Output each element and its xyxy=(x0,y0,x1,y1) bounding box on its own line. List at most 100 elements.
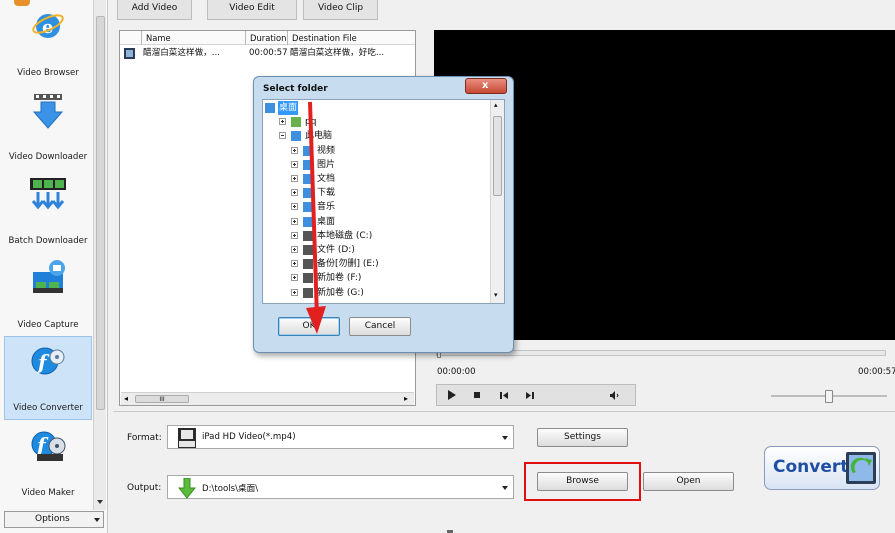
expand-icon[interactable] xyxy=(291,146,298,154)
tab-video-clip[interactable]: Video Clip xyxy=(303,0,378,20)
dialog-title: Select folder xyxy=(263,84,328,94)
expand-icon[interactable] xyxy=(279,118,286,126)
column-header-name[interactable]: Name xyxy=(141,31,245,45)
tab-video-edit[interactable]: Video Edit xyxy=(207,0,297,20)
settings-button[interactable]: Settings xyxy=(537,428,628,447)
expand-icon[interactable] xyxy=(291,246,298,253)
chevron-down-icon xyxy=(502,486,508,493)
stop-icon[interactable] xyxy=(473,390,483,400)
sidebar-item-label: Video Converter xyxy=(13,403,83,413)
tree-node[interactable]: 桌面 xyxy=(263,101,490,115)
previous-frame-icon[interactable] xyxy=(499,390,509,400)
expand-icon[interactable] xyxy=(291,203,298,211)
tree-node[interactable]: 本地磁盘 (C:) xyxy=(263,229,490,243)
sidebar: e Video Browser Video Downloader Batch D… xyxy=(0,0,108,533)
tree-node[interactable]: 新加卷 (F:) xyxy=(263,271,490,285)
options-dropdown[interactable]: Options xyxy=(4,511,104,528)
collapse-icon[interactable] xyxy=(279,132,286,140)
cancel-button[interactable]: Cancel xyxy=(349,317,411,336)
tree-node[interactable]: 桌面 xyxy=(263,215,490,229)
scroll-down-arrow-icon[interactable] xyxy=(97,500,103,507)
expand-icon[interactable] xyxy=(291,288,298,296)
sidebar-item-video-maker[interactable]: f Video Maker xyxy=(4,420,92,504)
expand-icon[interactable] xyxy=(291,231,298,239)
output-path-select[interactable]: D:\tools\桌面\ xyxy=(167,475,514,499)
film-download-icon xyxy=(30,178,66,210)
sidebar-item-video-browser[interactable]: e Video Browser xyxy=(4,0,92,84)
next-frame-icon[interactable] xyxy=(525,390,535,400)
column-header-destination[interactable]: Destination File xyxy=(287,31,415,45)
chevron-down-icon xyxy=(502,436,508,443)
convert-button[interactable]: Convert xyxy=(764,446,880,490)
tree-node[interactable]: 备份[勿删] (E:) xyxy=(263,257,490,271)
row-duration: 00:00:57 xyxy=(249,48,288,58)
tree-node[interactable]: 文档 xyxy=(263,172,490,186)
tree-node[interactable]: 音乐 xyxy=(263,200,490,214)
mp4-file-icon xyxy=(178,428,196,448)
tree-node[interactable]: 视频 xyxy=(263,144,490,158)
tree-node[interactable]: 文件 (D:) xyxy=(263,243,490,257)
expand-icon[interactable] xyxy=(291,189,298,197)
close-button[interactable]: x xyxy=(465,78,507,94)
volume-handle[interactable] xyxy=(825,390,833,403)
format-select[interactable]: iPad HD Video(*.mp4) xyxy=(167,425,514,449)
hscroll-thumb[interactable]: III xyxy=(135,395,189,403)
video-file-icon xyxy=(124,48,135,59)
convert-label: Convert xyxy=(773,457,849,477)
scroll-right-arrow-icon[interactable]: ▸ xyxy=(404,394,408,403)
select-folder-dialog: Select folder x 桌面 pq 此电脑 视频 图片 文档 下载 音乐 桌面 本地磁盘 … xyxy=(253,76,514,353)
file-list-hscrollbar[interactable]: ◂ III ▸ xyxy=(121,392,414,405)
film-reel-icon: f xyxy=(31,431,66,461)
sidebar-item-video-capture[interactable]: Video Capture xyxy=(4,252,92,336)
tree-node[interactable]: 图片 xyxy=(263,158,490,172)
tree-node[interactable]: 新加卷 (G:) xyxy=(263,286,490,300)
sidebar-scrollbar[interactable] xyxy=(93,0,106,510)
divider xyxy=(113,411,895,412)
output-value: D:\tools\桌面\ xyxy=(202,484,259,494)
open-button[interactable]: Open xyxy=(643,472,734,491)
folder-tree[interactable]: 桌面 pq 此电脑 视频 图片 文档 下载 音乐 桌面 本地磁盘 (C:) 文件 (D:) 备份[勿删… xyxy=(262,99,505,304)
play-icon[interactable] xyxy=(447,390,457,400)
download-arrow-icon xyxy=(32,94,64,129)
tree-node[interactable]: 此电脑 xyxy=(263,129,490,143)
sidebar-item-label: Video Downloader xyxy=(8,152,88,162)
sidebar-item-batch-downloader[interactable]: Batch Downloader xyxy=(4,168,92,252)
expand-icon[interactable] xyxy=(291,260,298,268)
tab-add-video[interactable]: Add Video xyxy=(117,0,192,20)
expand-icon[interactable] xyxy=(291,175,298,182)
tree-node-label: 桌面 xyxy=(278,101,299,115)
expand-icon[interactable] xyxy=(291,160,298,168)
sidebar-scroll-thumb[interactable] xyxy=(96,16,105,410)
column-header-duration[interactable]: Duration xyxy=(245,31,287,45)
expand-icon[interactable] xyxy=(291,217,298,225)
volume-icon[interactable] xyxy=(609,390,619,400)
row-name: 醋溜白菜这样做，... xyxy=(143,48,220,58)
time-end: 00:00:57 xyxy=(858,367,895,377)
tree-node[interactable]: 下载 xyxy=(263,186,490,200)
scroll-down-arrow-icon[interactable]: ▾ xyxy=(494,291,498,299)
tree-scroll-thumb[interactable] xyxy=(493,116,502,196)
checkbox-column-header xyxy=(120,31,141,45)
options-label: Options xyxy=(35,514,70,524)
tree-node[interactable]: pq xyxy=(263,115,490,129)
close-icon: x xyxy=(482,80,489,91)
ie-globe-icon: e xyxy=(32,14,64,38)
volume-slider[interactable] xyxy=(771,390,887,403)
table-row[interactable]: 醋溜白菜这样做，... 00:00:57 醋溜白菜这样做，好吃... xyxy=(120,46,415,61)
browse-button[interactable]: Browse xyxy=(537,472,628,491)
sidebar-item-label: Video Maker xyxy=(21,488,75,498)
flash-convert-icon: f xyxy=(31,347,65,375)
sidebar-item-label: Video Browser xyxy=(17,68,79,78)
scroll-left-arrow-icon[interactable]: ◂ xyxy=(124,394,128,403)
sidebar-item-video-converter[interactable]: f Video Converter xyxy=(4,336,92,420)
expand-icon[interactable] xyxy=(291,274,298,282)
folder-tree-scrollbar[interactable]: ▴ ▾ xyxy=(490,100,504,303)
sidebar-item-video-downloader[interactable]: Video Downloader xyxy=(4,84,92,168)
player-controls xyxy=(436,384,636,406)
row-destination: 醋溜白菜这样做，好吃... xyxy=(290,48,385,58)
annotation-arrow xyxy=(306,101,326,334)
film-convert-icon xyxy=(846,452,876,484)
scroll-up-arrow-icon[interactable]: ▴ xyxy=(494,101,498,109)
download-folder-arrow-icon xyxy=(178,478,196,499)
camera-capture-icon xyxy=(33,260,65,293)
